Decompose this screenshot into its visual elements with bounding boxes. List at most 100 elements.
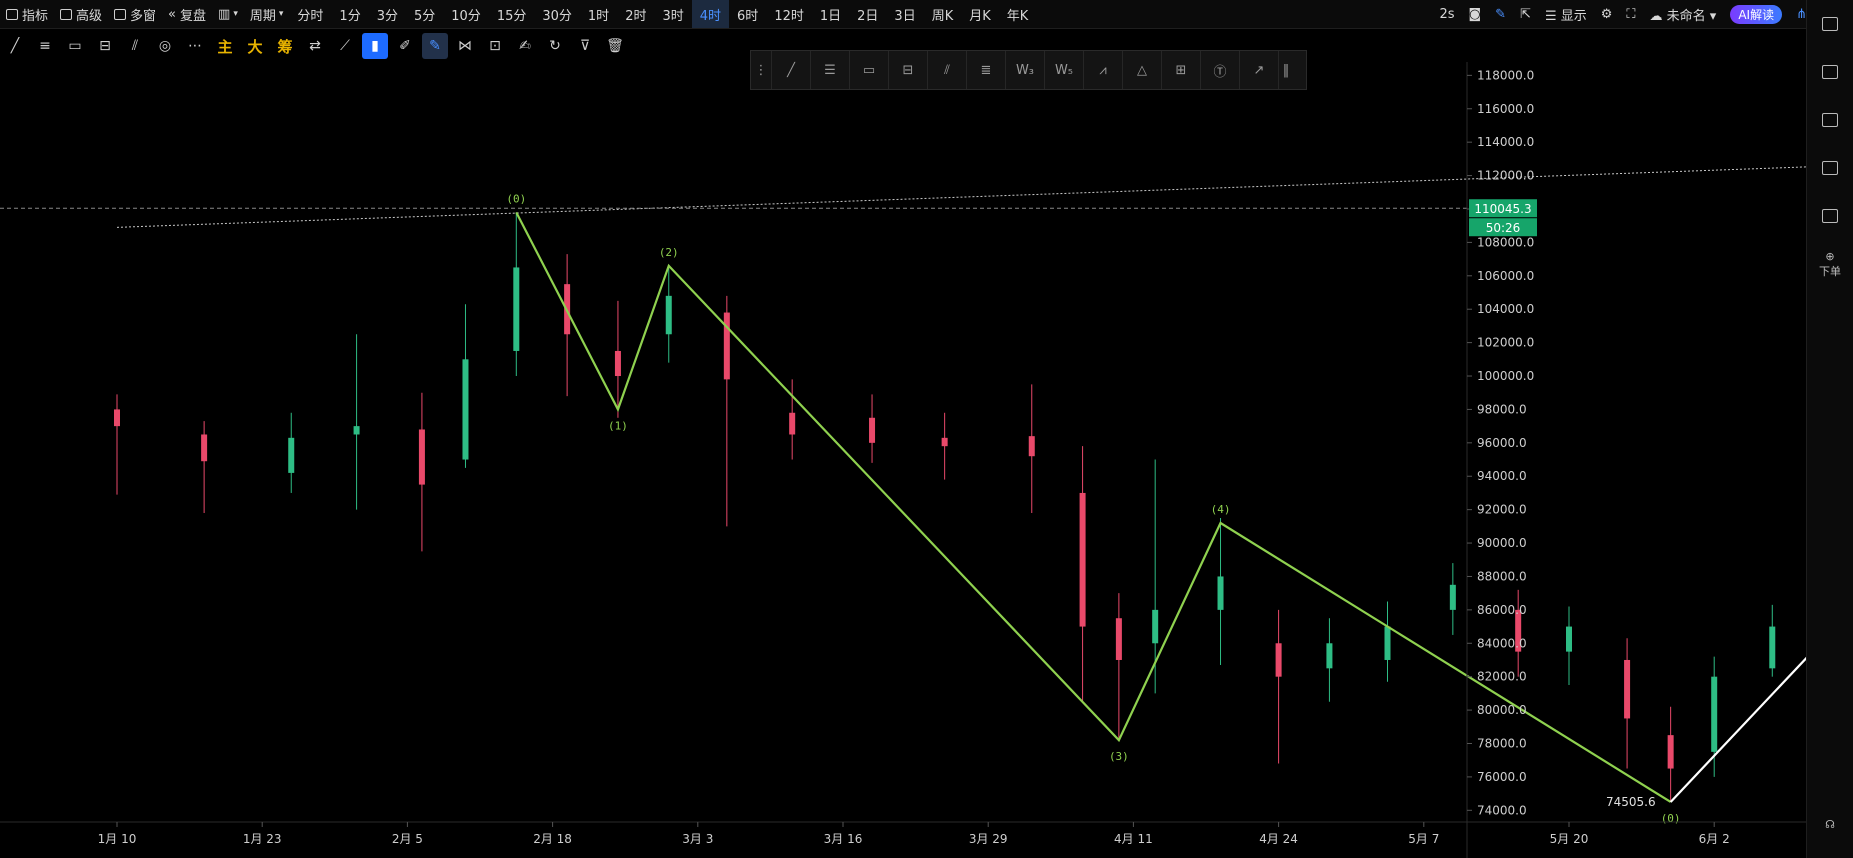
data-icon[interactable] [1807, 192, 1853, 240]
export-icon[interactable]: ⇱ [1520, 7, 1531, 22]
bookmark-icon[interactable]: ▮ [362, 33, 388, 59]
advanced-button[interactable]: 高级 [54, 0, 108, 28]
edit-icon[interactable]: ✍ [512, 33, 538, 59]
period-dropdown[interactable]: 周期 ▾ [244, 0, 290, 28]
timeframe-14[interactable]: 2日 [849, 0, 886, 28]
timeframe-4[interactable]: 10分 [443, 0, 489, 28]
magnet-icon[interactable]: ⋈ [452, 33, 478, 59]
y-tick-label: 108000.0 [1477, 235, 1534, 249]
y-tick-label: 78000.0 [1477, 736, 1527, 750]
pencil-icon[interactable]: ✎ [422, 33, 448, 59]
rewind-icon: « [168, 6, 177, 22]
timeframe-8[interactable]: 2时 [617, 0, 654, 28]
gear-icon[interactable]: ⚙ [1601, 7, 1613, 22]
headset-icon[interactable]: ☊ [1807, 800, 1853, 848]
candle-body [1217, 576, 1224, 610]
chip-distribution-button[interactable]: 筹 [272, 33, 298, 59]
swap-icon[interactable]: ⇄ [302, 33, 328, 59]
timeframe-17[interactable]: 月K [961, 0, 999, 28]
current-price-tag: 110045.3 [1474, 202, 1531, 216]
trades-icon[interactable] [1807, 96, 1853, 144]
timeframe-7[interactable]: 1时 [580, 0, 617, 28]
camera-icon[interactable]: ◙ [1469, 7, 1482, 22]
timeframe-18[interactable]: 年K [999, 0, 1037, 28]
candle-body [1028, 436, 1035, 457]
indicator-button[interactable]: 指标 [0, 0, 54, 28]
rectangle-tool-icon[interactable]: ▭ [62, 33, 88, 59]
y-tick-label: 96000.0 [1477, 436, 1527, 450]
candle-body [353, 426, 360, 435]
candle-body [869, 417, 876, 443]
candle-body [462, 359, 469, 460]
chart-type-dropdown[interactable]: ▥ ▾ [212, 0, 244, 28]
hline-tool-icon[interactable]: ≡ [32, 33, 58, 59]
channel-tool-icon[interactable]: ⫽ [122, 33, 148, 59]
y-tick-label: 118000.0 [1477, 68, 1534, 82]
price-tags: 110045.3 50:26 [1469, 199, 1537, 237]
big-order-button[interactable]: 大 [242, 33, 268, 59]
chevron-down-icon: ▾ [278, 9, 284, 19]
main-indicator-button[interactable]: 主 [212, 33, 238, 59]
y-tick-label: 74000.0 [1477, 803, 1527, 817]
timeframe-16[interactable]: 周K [924, 0, 962, 28]
price-chart[interactable]: (0)(1)(2)(3)(4)(0)(1)(2)(3)(4)(B)(1)(2)(… [0, 62, 1807, 858]
trash-icon[interactable]: 🗑 [602, 33, 628, 59]
timeframe-0[interactable]: 分时 [289, 0, 331, 28]
orderbook-icon[interactable] [1807, 48, 1853, 96]
x-tick-label: 5月 20 [1550, 832, 1589, 846]
timeframe-15[interactable]: 3日 [886, 0, 923, 28]
ruler-tool-icon[interactable]: ⊟ [92, 33, 118, 59]
timeframe-9[interactable]: 3时 [654, 0, 691, 28]
y-tick-label: 76000.0 [1477, 770, 1527, 784]
depth-icon[interactable] [1807, 144, 1853, 192]
timeframe-10[interactable]: 4时 [691, 0, 730, 28]
timeframe-1[interactable]: 1分 [331, 0, 368, 28]
candle-body [941, 437, 948, 447]
refresh-interval[interactable]: 2s [1439, 7, 1454, 22]
candle-body [1115, 618, 1122, 660]
timeframe-11[interactable]: 6时 [729, 0, 766, 28]
y-tick-label: 114000.0 [1477, 135, 1534, 149]
x-tick-label: 2月 5 [392, 832, 423, 846]
lock-icon[interactable]: ⊡ [482, 33, 508, 59]
y-tick-label: 86000.0 [1477, 603, 1527, 617]
fullscreen-icon[interactable]: ⛶ [1626, 7, 1635, 22]
chevron-down-icon: ▾ [233, 9, 238, 19]
timeframe-3[interactable]: 5分 [406, 0, 443, 28]
candle-body [1566, 626, 1572, 652]
timeframe-6[interactable]: 30分 [534, 0, 580, 28]
x-tick-label: 1月 10 [98, 832, 137, 846]
measure-icon[interactable]: ⟋ [332, 33, 358, 59]
x-tick-label: 2月 18 [533, 832, 572, 846]
low-price-label: 74505.6 [1606, 795, 1656, 809]
order-button[interactable]: ⊕ 下单 [1807, 240, 1853, 288]
order-icon: ⊕ [1825, 249, 1835, 263]
wave-label: (4) [1211, 503, 1231, 516]
multi-window-button[interactable]: 多窗 [108, 0, 162, 28]
timeframe-5[interactable]: 15分 [489, 0, 535, 28]
candle-body [1384, 626, 1391, 660]
display-button[interactable]: ☰ 显示 [1545, 5, 1587, 24]
replay-button[interactable]: «复盘 [162, 0, 212, 28]
ai-analysis-button[interactable]: AI解读 [1730, 4, 1783, 24]
filter-icon[interactable]: ⊽ [572, 33, 598, 59]
timeframe-13[interactable]: 1日 [812, 0, 849, 28]
pen-icon[interactable]: ✎ [1495, 7, 1506, 22]
sync-icon[interactable]: ↻ [542, 33, 568, 59]
brush-icon[interactable]: ✐ [392, 33, 418, 59]
wave-label: (2) [659, 246, 679, 259]
more-tools-icon[interactable]: ⋯ [182, 33, 208, 59]
candle-body [1079, 492, 1086, 627]
annotation-layer: 111980.074505.6 [1606, 795, 1656, 809]
timeframe-list: 分时 1分 3分 5分 10分 15分 30分 1时 2时 3时 4时 6时 12时 1日 2日 3日 周K 月K… [289, 0, 1036, 28]
timeframe-2[interactable]: 3分 [369, 0, 406, 28]
timeframe-12[interactable]: 12时 [766, 0, 812, 28]
candle-body [1624, 659, 1631, 719]
y-tick-label: 84000.0 [1477, 636, 1527, 650]
line-tool-icon[interactable]: ╱ [2, 33, 28, 59]
countdown-tag: 50:26 [1486, 221, 1521, 235]
watchlist-icon[interactable] [1807, 0, 1853, 48]
layout-dropdown[interactable]: ☁ 未命名 ▾ [1650, 5, 1717, 24]
circle-tool-icon[interactable]: ◎ [152, 33, 178, 59]
y-tick-label: 94000.0 [1477, 469, 1527, 483]
